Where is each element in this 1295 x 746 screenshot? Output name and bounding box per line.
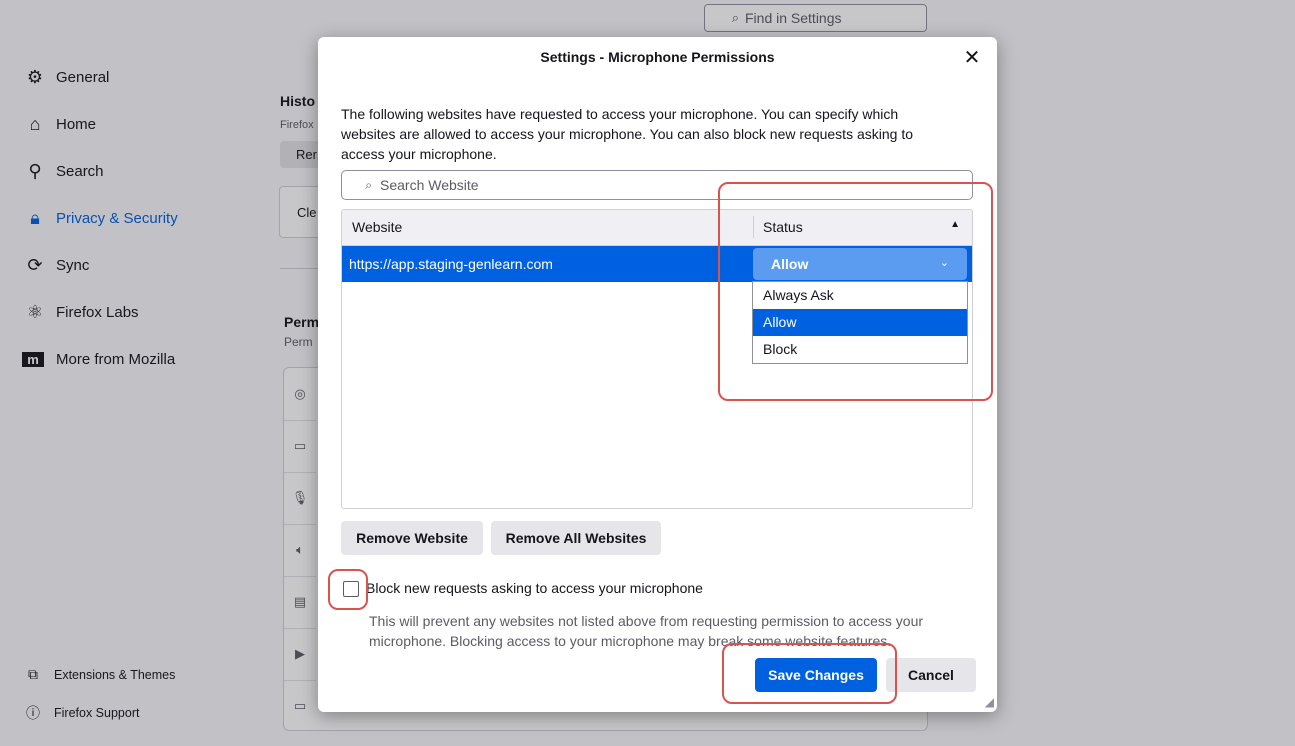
home-icon: ⌂ xyxy=(29,113,41,134)
divider xyxy=(280,268,320,269)
save-changes-button[interactable]: Save Changes xyxy=(755,658,877,692)
cancel-button[interactable]: Cancel xyxy=(886,658,976,692)
sort-ascending-icon: ▲ xyxy=(950,219,960,230)
vr-icon[interactable]: ▭ xyxy=(284,680,316,732)
column-status[interactable]: Status xyxy=(763,219,803,235)
option-allow[interactable]: Allow xyxy=(753,309,967,336)
search-icon: ⚲ xyxy=(28,160,42,181)
history-subtext: Firefox xyxy=(280,119,314,131)
table-row[interactable]: https://app.staging-genlearn.com Allow ⌄ xyxy=(342,246,972,282)
search-icon: ⌕ xyxy=(731,10,739,25)
search-website-input[interactable]: ⌕ Search Website xyxy=(341,170,973,200)
lock-icon: 🔒︎ xyxy=(30,207,40,228)
dialog-title: Settings - Microphone Permissions xyxy=(540,49,775,65)
sidebar-item-labs[interactable]: ⚛ Firefox Labs xyxy=(22,298,262,326)
option-always-ask[interactable]: Always Ask xyxy=(753,282,967,309)
close-icon[interactable]: ✕ xyxy=(959,45,985,71)
sidebar-support[interactable]: ⓘ Firefox Support xyxy=(22,703,139,723)
gear-icon: ⚙ xyxy=(26,66,44,87)
history-heading: Histo xyxy=(280,93,315,109)
location-icon[interactable]: ◎ xyxy=(284,368,316,421)
resize-grip-icon[interactable]: ◢ xyxy=(985,695,994,709)
labs-icon: ⚛ xyxy=(26,301,44,322)
search-icon: ⌕ xyxy=(365,177,372,192)
sidebar-item-mozilla[interactable]: m More from Mozilla xyxy=(22,345,262,373)
chevron-down-icon: ⌄ xyxy=(939,257,949,269)
sidebar-item-general[interactable]: ⚙ General xyxy=(22,63,262,91)
permissions-subtext: Perm xyxy=(284,335,313,349)
column-separator xyxy=(753,216,754,238)
website-url: https://app.staging-genlearn.com xyxy=(349,256,553,272)
table-header: Website Status ▲ xyxy=(342,210,972,246)
remove-all-websites-button[interactable]: Remove All Websites xyxy=(491,521,661,555)
sidebar-item-search[interactable]: ⚲ Search xyxy=(22,157,262,185)
block-requests-checkbox[interactable] xyxy=(343,581,359,597)
status-dropdown: Always Ask Allow Block xyxy=(752,281,968,364)
mozilla-icon: m xyxy=(22,351,44,367)
sidebar-item-privacy[interactable]: 🔒︎ Privacy & Security xyxy=(22,204,262,232)
clear-button-label[interactable]: Cle xyxy=(297,205,317,220)
autoplay-icon[interactable]: ▶ xyxy=(284,628,316,681)
permissions-heading: Perm xyxy=(284,314,320,330)
dialog-description: The following websites have requested to… xyxy=(341,106,913,162)
notification-icon[interactable]: ▤ xyxy=(284,576,316,629)
speaker-icon[interactable]: 🔈︎ xyxy=(284,524,316,577)
column-website[interactable]: Website xyxy=(352,219,402,235)
block-requests-description: This will prevent any websites not liste… xyxy=(369,613,924,649)
sync-icon: ⟳ xyxy=(27,254,43,275)
camera-icon[interactable]: ▭ xyxy=(284,420,316,473)
block-requests-label[interactable]: Block new requests asking to access your… xyxy=(366,580,703,596)
option-block[interactable]: Block xyxy=(753,336,967,363)
find-in-settings[interactable]: ⌕ Find in Settings xyxy=(704,4,927,32)
puzzle-icon: ⧉ xyxy=(28,666,38,682)
microphone-icon[interactable]: 🎙︎ xyxy=(284,472,316,525)
sidebar-item-home[interactable]: ⌂ Home xyxy=(22,110,262,138)
status-select[interactable]: Allow ⌄ xyxy=(753,248,967,280)
sidebar-extensions[interactable]: ⧉ Extensions & Themes xyxy=(22,666,175,683)
remove-website-button[interactable]: Remove Website xyxy=(341,521,483,555)
microphone-permissions-dialog: Settings - Microphone Permissions ✕ The … xyxy=(318,37,997,712)
help-icon: ⓘ xyxy=(26,705,40,721)
sidebar-item-sync[interactable]: ⟳ Sync xyxy=(22,251,262,279)
